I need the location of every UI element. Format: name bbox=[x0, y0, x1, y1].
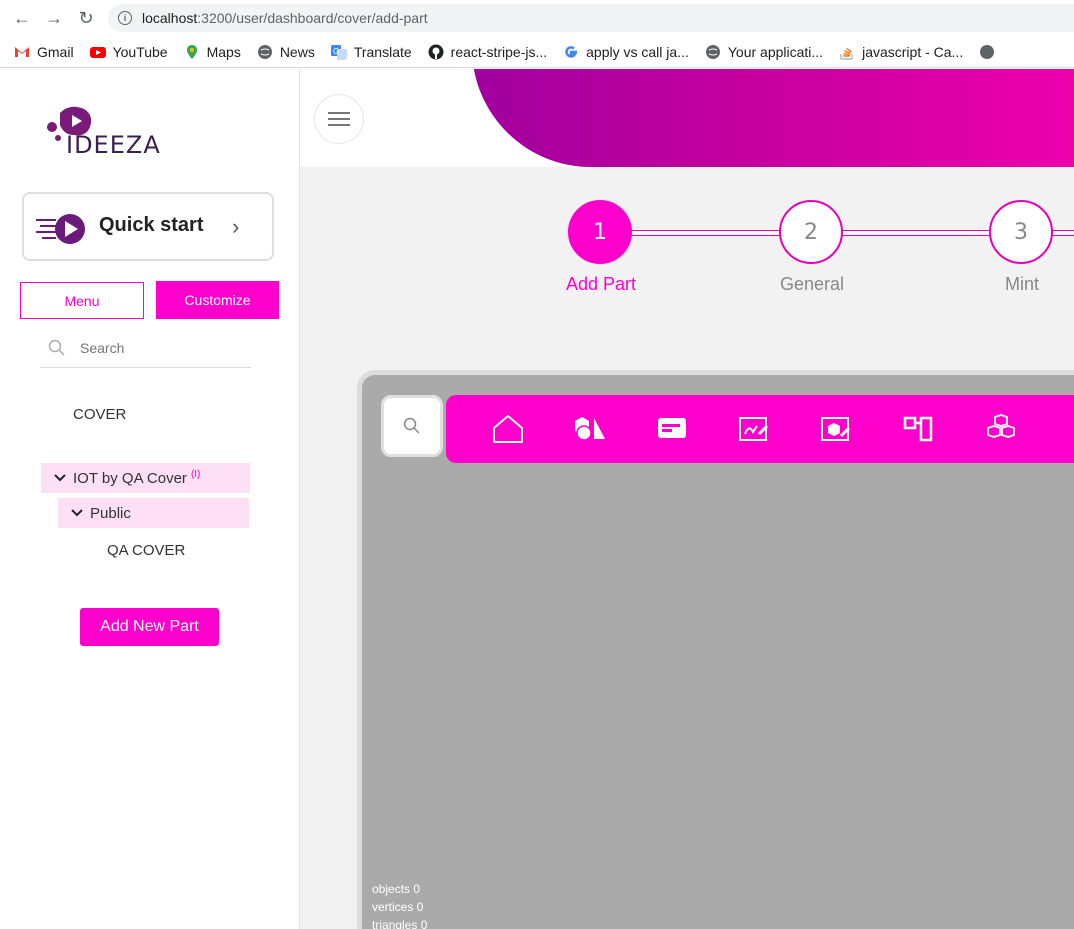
connect-icon bbox=[903, 416, 933, 442]
logo-text: IDEEZA bbox=[66, 131, 161, 159]
bookmark-javascript[interactable]: javascript - Ca... bbox=[839, 44, 963, 60]
quick-start-card[interactable]: Quick start › bbox=[22, 192, 274, 261]
browser-address-bar: ← → ↻ i localhost:3200/user/dashboard/co… bbox=[0, 0, 1074, 36]
url-path: :3200/user/dashboard/cover/add-part bbox=[197, 10, 428, 26]
cards-icon bbox=[658, 418, 686, 438]
search-input[interactable] bbox=[80, 340, 230, 356]
globe-icon bbox=[257, 44, 272, 59]
bookmark-label: Maps bbox=[206, 43, 241, 60]
more-tool-button[interactable] bbox=[1058, 405, 1074, 453]
bookmark-label: react-stripe-js... bbox=[450, 43, 548, 60]
shapes-icon bbox=[575, 417, 605, 441]
back-arrow-icon[interactable]: ← bbox=[6, 2, 38, 34]
step-1-label: Add Part bbox=[565, 274, 637, 294]
step-2-label: General bbox=[779, 274, 845, 294]
chevron-down-icon bbox=[71, 509, 83, 517]
cards-tool-button[interactable] bbox=[648, 405, 696, 453]
stat-objects: objects 0 bbox=[372, 882, 421, 896]
stepper: 1 2 3 Add Part General Mint bbox=[300, 189, 1074, 309]
bookmark-label: Gmail bbox=[37, 43, 74, 60]
main-content: 1 2 3 Add Part General Mint objects 0 ve… bbox=[300, 69, 1074, 929]
step-1-circle[interactable]: 1 bbox=[568, 200, 632, 264]
site-info-icon[interactable]: i bbox=[118, 11, 132, 25]
hamburger-menu-icon[interactable] bbox=[314, 94, 364, 144]
connect-tool-button[interactable] bbox=[894, 405, 942, 453]
bookmark-news[interactable]: News bbox=[257, 44, 315, 60]
cubes-icon bbox=[987, 414, 1015, 438]
3d-viewport[interactable]: objects 0 vertices 0 triangles 0 bbox=[357, 370, 1074, 929]
bookmark-label: YouTube bbox=[112, 43, 168, 60]
tree-folder-label: Public bbox=[90, 504, 131, 522]
search-icon bbox=[48, 339, 65, 356]
tree-project-badge: (I) bbox=[190, 468, 201, 480]
bookmark-label: Your applicati... bbox=[727, 43, 824, 60]
bookmark-apply-vs-call[interactable]: apply vs call ja... bbox=[563, 44, 689, 60]
edit-model-icon bbox=[821, 417, 851, 441]
youtube-icon bbox=[89, 46, 106, 58]
github-icon bbox=[428, 44, 444, 59]
svg-text:G: G bbox=[333, 47, 339, 56]
sketch-tool-button[interactable] bbox=[730, 405, 778, 453]
maps-icon bbox=[186, 44, 197, 59]
bookmark-label: javascript - Ca... bbox=[862, 43, 964, 60]
bookmark-label: News bbox=[279, 43, 315, 60]
bookmark-maps[interactable]: Maps bbox=[184, 44, 241, 60]
bookmark-label: apply vs call ja... bbox=[586, 43, 689, 60]
chevron-right-icon: › bbox=[232, 214, 240, 239]
top-bar bbox=[300, 69, 1074, 167]
forward-arrow-icon[interactable]: → bbox=[38, 2, 70, 34]
globe-icon bbox=[705, 44, 720, 59]
edit-model-tool-button[interactable] bbox=[812, 405, 860, 453]
home-tool-button[interactable] bbox=[484, 405, 532, 453]
stat-vertices: vertices 0 bbox=[372, 900, 424, 914]
bookmark-translate[interactable]: G Translate bbox=[330, 43, 412, 60]
step-connector bbox=[1050, 230, 1074, 236]
bookmark-react-stripe[interactable]: react-stripe-js... bbox=[428, 44, 547, 60]
bookmarks-bar: Gmail YouTube Maps News G Translate reac… bbox=[0, 36, 1074, 68]
bookmark-youtube[interactable]: YouTube bbox=[89, 43, 168, 60]
menu-button[interactable]: Menu bbox=[20, 282, 144, 319]
reload-icon[interactable]: ↻ bbox=[70, 2, 102, 34]
step-3-circle[interactable]: 3 bbox=[989, 200, 1053, 264]
stackoverflow-icon bbox=[840, 47, 853, 60]
globe-icon bbox=[980, 44, 995, 59]
gmail-icon bbox=[15, 46, 29, 57]
bookmark-label: Translate bbox=[353, 43, 412, 60]
quick-start-play-icon bbox=[36, 214, 85, 244]
tree-project-label: IOT by QA Cover bbox=[73, 469, 187, 487]
tool-bar bbox=[446, 395, 1074, 463]
home-icon bbox=[493, 415, 523, 443]
scene-stats: objects 0 vertices 0 triangles 0 bbox=[372, 880, 427, 929]
tree-item-project[interactable]: IOT by QA Cover (I) bbox=[41, 463, 250, 493]
cubes-tool-button[interactable] bbox=[976, 405, 1024, 453]
sidebar: IDEEZA Quick start › Menu Customize COVE… bbox=[0, 69, 300, 929]
search-icon bbox=[403, 417, 420, 434]
tree-item-folder[interactable]: Public bbox=[58, 498, 249, 528]
step-connector bbox=[840, 230, 992, 236]
quick-start-label: Quick start bbox=[99, 214, 204, 236]
step-3-label: Mint bbox=[1004, 274, 1039, 294]
tree-item-part[interactable]: QA COVER bbox=[107, 542, 185, 559]
stat-triangles: triangles 0 bbox=[372, 918, 428, 929]
category-cover[interactable]: COVER bbox=[73, 406, 126, 423]
add-new-part-button[interactable]: Add New Part bbox=[80, 608, 219, 646]
chevron-down-icon bbox=[54, 474, 66, 482]
url-field[interactable]: i localhost:3200/user/dashboard/cover/ad… bbox=[108, 4, 1074, 32]
customize-button[interactable]: Customize bbox=[156, 281, 279, 319]
google-icon bbox=[565, 45, 578, 58]
step-connector bbox=[630, 230, 782, 236]
sidebar-search bbox=[40, 329, 251, 368]
bookmark-gmail[interactable]: Gmail bbox=[14, 44, 74, 60]
bookmark-your-application[interactable]: Your applicati... bbox=[705, 44, 823, 60]
translate-icon: G bbox=[330, 44, 347, 60]
url-host: localhost bbox=[142, 10, 198, 26]
shapes-tool-button[interactable] bbox=[566, 405, 614, 453]
step-2-circle[interactable]: 2 bbox=[779, 200, 843, 264]
bookmark-overflow[interactable] bbox=[979, 44, 1002, 60]
sketch-icon bbox=[739, 417, 769, 441]
header-banner bbox=[472, 69, 1074, 167]
tool-search-button[interactable] bbox=[381, 395, 443, 457]
